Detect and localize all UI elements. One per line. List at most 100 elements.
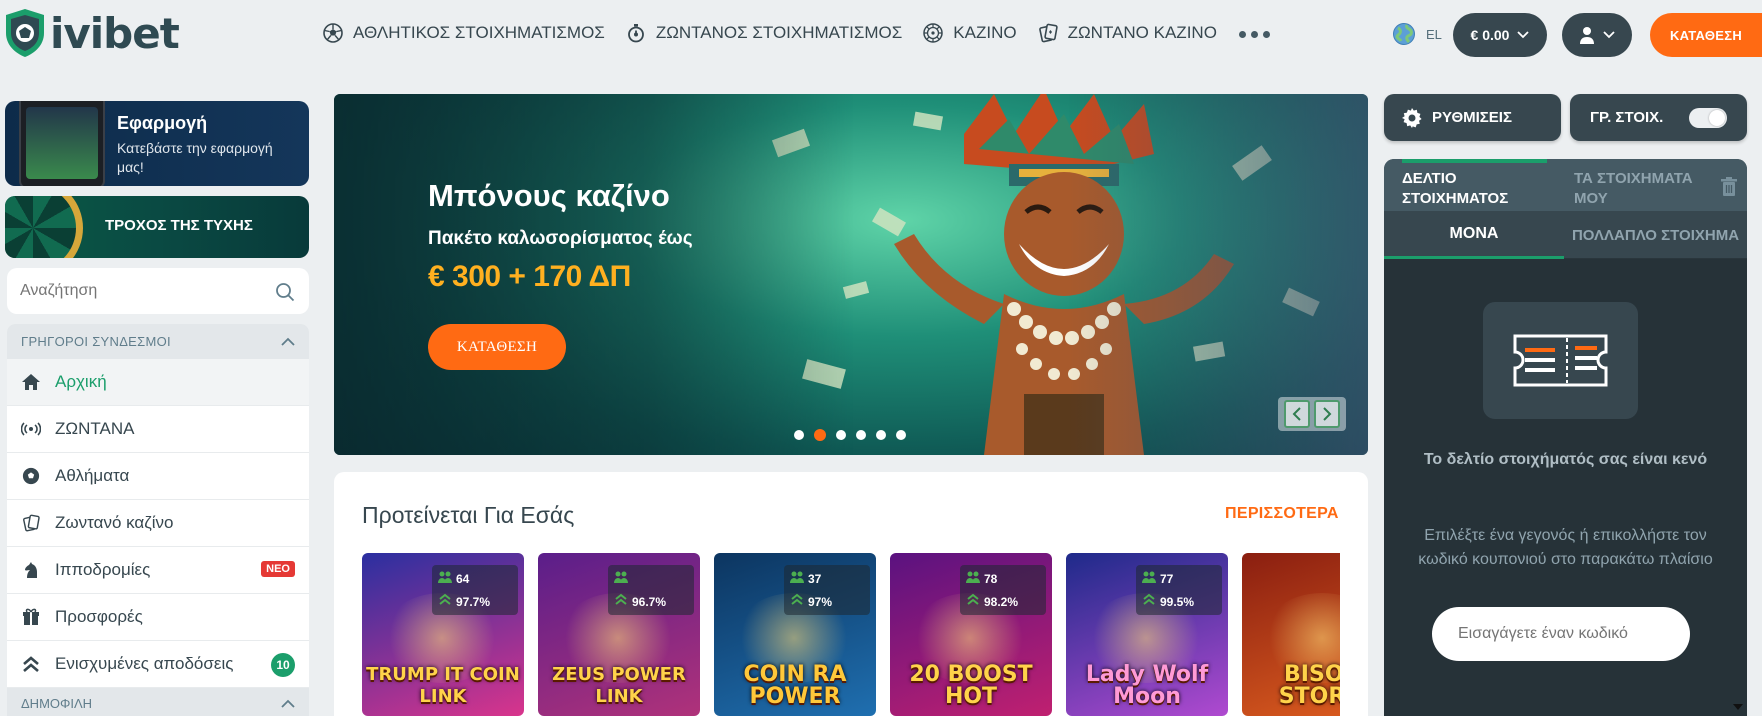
- sidebar-item-live-casino[interactable]: Ζωντανό καζίνο: [7, 500, 309, 547]
- rtp-icon: [791, 593, 803, 605]
- stopwatch-icon: [625, 22, 647, 44]
- sidebar-item-horse-racing[interactable]: Ιπποδρομίες ΝΕΟ: [7, 547, 309, 594]
- count-badge: 10: [271, 653, 295, 677]
- banner-deposit-button[interactable]: ΚΑΤΑΘΕΣΗ: [428, 324, 566, 370]
- home-icon: [21, 372, 41, 392]
- sidebar-item-label: Προσφορές: [55, 607, 143, 626]
- carousel-dot[interactable]: [896, 430, 906, 440]
- game-title: TRUMP IT COIN LINK: [366, 664, 520, 707]
- sidebar-item-label: Ιπποδρομίες: [55, 560, 151, 579]
- soccer-ball-icon: [21, 466, 41, 486]
- more-link[interactable]: ΠΕΡΙΣΣΟΤΕΡΑ: [1225, 505, 1339, 523]
- game-title: 20 BOOST HOT: [909, 662, 1033, 709]
- chevron-left-icon: [1292, 407, 1301, 421]
- quick-links-header[interactable]: ΓΡΗΓΟΡΟΙ ΣΥΝΔΕΣΜΟΙ: [7, 324, 309, 359]
- carousel-arrows: [1278, 397, 1346, 431]
- settings-label: ΡΥΘΜΙΣΕΙΣ: [1432, 109, 1512, 126]
- popular-header[interactable]: ΔΗΜΟΦΙΛΗ: [7, 688, 309, 716]
- more-menu-icon[interactable]: [1238, 30, 1270, 38]
- scroll-down-icon[interactable]: [1733, 704, 1743, 710]
- banner-title: Μπόνους καζίνο: [428, 178, 670, 213]
- chevron-down-icon: [1603, 31, 1615, 39]
- language-code: EL: [1426, 26, 1442, 42]
- nav-casino[interactable]: ΚΑΖΙΝΟ: [922, 22, 1017, 44]
- carousel-dot-active[interactable]: [814, 429, 826, 441]
- rtp-icon: [615, 593, 627, 605]
- sidebar-item-sports[interactable]: Αθλήματα: [7, 453, 309, 500]
- search-icon[interactable]: [275, 282, 295, 302]
- sidebar-item-promotions[interactable]: Προσφορές: [7, 594, 309, 641]
- recommended-section: Προτείνεται Για Εσάς ΠΕΡΙΣΣΟΤΕΡΑ 64 97.7%…: [334, 472, 1368, 716]
- carousel-dot[interactable]: [794, 430, 804, 440]
- tab-single[interactable]: ΜΟΝΑ: [1384, 211, 1564, 259]
- sidebar-item-home[interactable]: Αρχική: [7, 359, 309, 406]
- sidebar-item-label: Ζωντανό καζίνο: [55, 513, 174, 532]
- ivibet-logo[interactable]: ivibet: [2, 6, 192, 60]
- game-tile[interactable]: 96.7% ZEUS POWER LINK: [538, 553, 700, 716]
- bet-type-tabs: ΜΟΝΑ ΠΟΛΛΑΠΛΟ ΣΤΟΙΧΗΜΑ: [1384, 211, 1747, 259]
- games-row: 64 97.7% TRUMP IT COIN LINK 96.7% ZEUS POWER…: [362, 553, 1340, 716]
- user-icon: [1580, 27, 1594, 44]
- balance-button[interactable]: € 0.00: [1453, 13, 1547, 57]
- wheel-of-fortune-promo[interactable]: ΤΡΟΧΟΣ ΤΗΣ ΤΥΧΗΣ: [5, 196, 309, 258]
- game-stats: 64 97.7%: [432, 565, 518, 615]
- game-rtp: 96.7%: [632, 595, 667, 609]
- prev-slide-button[interactable]: [1284, 400, 1310, 428]
- rtp-icon: [967, 593, 979, 605]
- game-rtp: 97.7%: [456, 595, 491, 609]
- players-icon: [1142, 571, 1156, 583]
- gift-icon: [21, 607, 41, 627]
- app-promo-subtitle: Κατεβάστε την εφαρμογή μας!: [117, 140, 273, 175]
- tab-my-bets[interactable]: ΤΑ ΣΤΟΙΧΗΜΑΤΑ ΜΟΥ: [1574, 169, 1714, 209]
- bet-slip-tabs: ΔΕΛΤΙΟ ΣΤΟΙΧΗΜΑΤΟΣ ΤΑ ΣΤΟΙΧΗΜΑΤΑ ΜΟΥ: [1384, 159, 1747, 211]
- chevron-up-icon: [281, 699, 295, 708]
- game-tile[interactable]: BISON STORM: [1242, 553, 1340, 716]
- game-title: ZEUS POWER LINK: [552, 664, 686, 707]
- game-stats: 37 97%: [784, 565, 870, 615]
- carousel-dot[interactable]: [856, 430, 866, 440]
- game-tile[interactable]: 78 98.2% 20 BOOST HOT: [890, 553, 1052, 716]
- chevron-right-icon: [1323, 407, 1332, 421]
- carousel-dot[interactable]: [836, 430, 846, 440]
- game-tile[interactable]: 37 97% COIN RA POWER: [714, 553, 876, 716]
- sidebar-item-boosted-odds[interactable]: Ενισχυμένες αποδόσεις 10: [7, 641, 309, 688]
- quick-bet-toggle[interactable]: ΓΡ. ΣΤΟΙΧ.: [1570, 94, 1747, 141]
- sidebar-item-label: Ενισχυμένες αποδόσεις: [55, 654, 234, 673]
- app-download-promo[interactable]: Εφαρμογή Κατεβάστε την εφαρμογή μας!: [5, 101, 309, 186]
- game-tile[interactable]: 64 97.7% TRUMP IT COIN LINK: [362, 553, 524, 716]
- nav-live-betting[interactable]: ΖΩΝΤΑΝΟΣ ΣΤΟΙΧΗΜΑΤΙΣΜΟΣ: [625, 22, 902, 44]
- soccer-ball-icon: [322, 22, 344, 44]
- game-tile[interactable]: 77 99.5% Lady Wolf Moon: [1066, 553, 1228, 716]
- nav-live-casino[interactable]: ΖΩΝΤΑΝΟ ΚΑΖΙΝΟ: [1037, 22, 1217, 44]
- trash-icon[interactable]: [1721, 177, 1737, 197]
- settings-button[interactable]: ΡΥΘΜΙΣΕΙΣ: [1384, 94, 1561, 141]
- language-selector[interactable]: EL: [1392, 22, 1442, 46]
- players-icon: [438, 571, 452, 583]
- roulette-icon: [922, 22, 944, 44]
- nav-sports-betting[interactable]: ΑΘΛΗΤΙΚΟΣ ΣΤΟΙΧΗΜΑΤΙΣΜΟΣ: [322, 22, 605, 44]
- nav-label: ΚΑΖΙΝΟ: [953, 23, 1017, 42]
- casino-bonus-banner[interactable]: Μπόνους καζίνο Πακέτο καλωσορίσματος έως…: [334, 94, 1368, 455]
- sidebar-item-label: ΖΩΝΤΑΝΑ: [55, 419, 135, 438]
- new-badge: ΝΕΟ: [261, 561, 295, 577]
- search-box: [7, 268, 309, 314]
- coupon-code-input[interactable]: [1432, 607, 1690, 661]
- tab-multiple[interactable]: ΠΟΛΛΑΠΛΟ ΣΤΟΙΧΗΜΑ: [1564, 211, 1747, 259]
- phone-image: [19, 101, 105, 186]
- empty-slip-message: Το δελτίο στοιχήματός σας είναι κενό: [1423, 451, 1708, 468]
- deposit-button[interactable]: ΚΑΤΑΘΕΣΗ: [1650, 13, 1762, 57]
- tab-bet-slip[interactable]: ΔΕΛΤΙΟ ΣΤΟΙΧΗΜΑΤΟΣ: [1402, 169, 1552, 209]
- empty-slip-illustration: [1483, 302, 1638, 419]
- search-input[interactable]: [20, 282, 260, 300]
- game-players: 77: [1160, 572, 1174, 586]
- players-icon: [790, 571, 804, 583]
- gear-icon: [1402, 107, 1422, 128]
- carousel-dot[interactable]: [876, 430, 886, 440]
- carousel-dots: [794, 429, 906, 441]
- slip-hint-text: Επιλέξτε ένα γεγονός ή επικολλήστε τον κ…: [1418, 527, 1713, 568]
- next-slide-button[interactable]: [1314, 400, 1340, 428]
- chevron-down-icon: [1517, 31, 1530, 39]
- quick-bet-switch[interactable]: [1689, 108, 1727, 128]
- user-menu-button[interactable]: [1562, 13, 1632, 57]
- sidebar-item-live[interactable]: ΖΩΝΤΑΝΑ: [7, 406, 309, 453]
